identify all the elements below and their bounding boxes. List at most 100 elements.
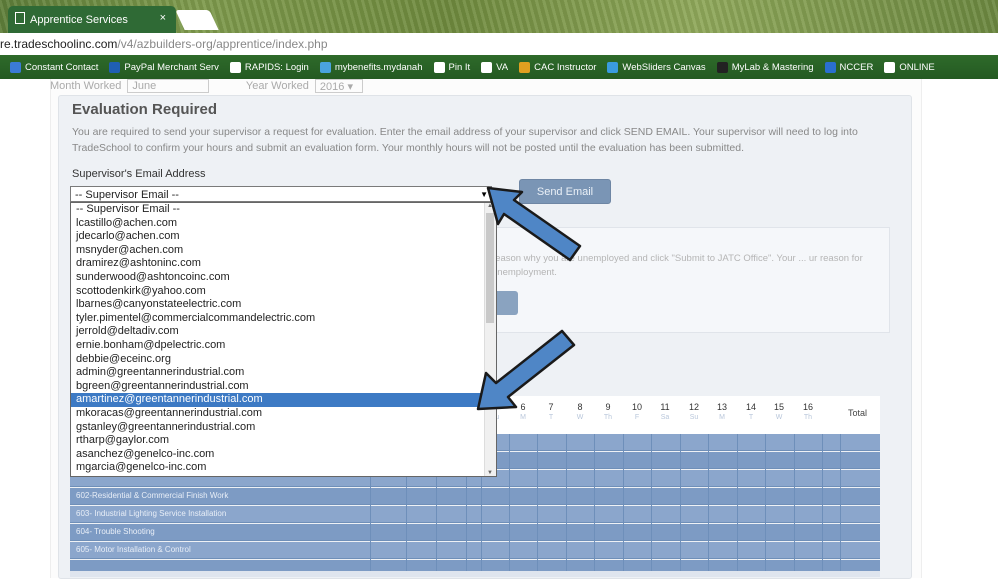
- table-row: 604- Trouble Shooting: [70, 524, 880, 541]
- close-tab-icon[interactable]: ×: [160, 12, 166, 24]
- email-option[interactable]: scottodenkirk@yahoo.com: [71, 285, 496, 299]
- day-number: 11: [660, 402, 670, 412]
- day-weekday: Th: [803, 414, 813, 421]
- row-label: 604- Trouble Shooting: [76, 527, 155, 536]
- grid-line: [537, 434, 538, 571]
- supervisor-email-select[interactable]: -- Supervisor Email -- ▼: [70, 186, 492, 202]
- day-number: 13: [716, 402, 727, 412]
- bookmarks-bar: Constant Contact PayPal Merchant Serv RAPI…: [0, 55, 998, 79]
- browser-tab-bar: Apprentice Services ×: [0, 0, 998, 33]
- browser-tab-apprentice-services[interactable]: Apprentice Services ×: [8, 6, 176, 33]
- grid-line: [509, 434, 510, 571]
- total-column-header: Total: [848, 408, 868, 418]
- bookmark-label: Pin It: [448, 61, 471, 73]
- year-label: Year Worked: [245, 79, 309, 92]
- scroll-down-icon[interactable]: ▼: [487, 470, 493, 476]
- day-column-header: 11 Sa: [651, 402, 679, 421]
- day-number: 12: [688, 402, 699, 412]
- day-column-header: 10 F: [623, 402, 651, 421]
- grid-line: [623, 434, 624, 571]
- bookmark-item[interactable]: mybenefits.mydanah: [319, 61, 423, 73]
- email-option[interactable]: sunderwood@ashtoncoinc.com: [71, 271, 496, 285]
- email-option[interactable]: bgreen@greentannerindustrial.com: [71, 380, 496, 394]
- email-option[interactable]: lbarnes@canyonstateelectric.com: [71, 298, 496, 312]
- email-option[interactable]: msnyder@achen.com: [71, 244, 496, 258]
- day-weekday: W: [576, 414, 584, 421]
- table-row: 605- Motor Installation & Control: [70, 542, 880, 559]
- row-label: 605- Motor Installation & Control: [76, 545, 191, 554]
- row-label: 602-Residential & Commercial Finish Work: [76, 491, 229, 500]
- grid-line: [594, 434, 595, 571]
- grid-line: [708, 434, 709, 571]
- grid-line: [737, 434, 738, 571]
- address-bar[interactable]: re.tradeschoolinc.com/v4/azbuilders-org/…: [0, 33, 998, 56]
- grid-line: [794, 434, 795, 571]
- bookmark-icon: [109, 61, 121, 73]
- email-option[interactable]: tyler.pimentel@commercialcommandelectric…: [71, 312, 496, 326]
- bookmark-icon: [716, 61, 728, 73]
- bookmark-icon: [319, 61, 331, 73]
- evaluation-description: You are required to send your supervisor…: [72, 126, 858, 154]
- url-path: /v4/azbuilders-org/apprentice/index.php: [117, 37, 328, 51]
- row-label: 603- Industrial Lighting Service Install…: [76, 509, 227, 518]
- email-option[interactable]: lcastillo@achen.com: [71, 217, 496, 231]
- email-option[interactable]: asanchez@genelco-inc.com: [71, 448, 496, 462]
- grid-line: [765, 434, 766, 571]
- bookmark-item[interactable]: VA: [481, 61, 509, 73]
- email-option[interactable]: gstanley@greentannerindustrial.com: [71, 421, 496, 435]
- day-column-header: 16 Th: [794, 402, 822, 421]
- bookmark-label: VA: [496, 61, 509, 73]
- email-option[interactable]: ernie.bonham@dpelectric.com: [71, 339, 496, 353]
- day-column-header: 12 Su: [680, 402, 708, 421]
- bookmark-icon: [607, 61, 619, 73]
- bookmark-item[interactable]: Constant Contact: [10, 61, 98, 73]
- year-select[interactable]: 2016 ▾: [314, 79, 363, 93]
- bookmark-icon: [481, 61, 493, 73]
- grid-line: [651, 434, 652, 571]
- day-column-header: 14 T: [737, 402, 765, 421]
- email-option[interactable]: -- Supervisor Email --: [71, 203, 496, 217]
- bookmark-label: CAC Instructor: [534, 61, 597, 73]
- annotation-arrow-icon: [486, 186, 582, 262]
- evaluation-title: Evaluation Required: [72, 101, 218, 118]
- bookmark-item[interactable]: CAC Instructor: [519, 61, 597, 73]
- email-option[interactable]: admin@greentannerindustrial.com: [71, 366, 496, 380]
- grid-line: [840, 434, 841, 571]
- day-number: 9: [605, 402, 611, 412]
- url-host: re.tradeschoolinc.com: [0, 37, 118, 51]
- month-year-row: Month Worked June Year Worked 2016 ▾: [50, 79, 363, 93]
- bookmark-item[interactable]: PayPal Merchant Serv: [109, 61, 219, 73]
- grid-line: [822, 434, 823, 571]
- bookmark-label: WebSliders Canvas: [622, 61, 706, 73]
- bookmark-item[interactable]: RAPIDS: Login: [229, 61, 309, 73]
- bookmark-item[interactable]: ONLINE: [884, 61, 935, 73]
- bookmark-label: PayPal Merchant Serv: [124, 61, 219, 73]
- email-option[interactable]: rtharp@gaylor.com: [71, 434, 496, 448]
- email-option[interactable]: mgarcia@genelco-inc.com: [71, 461, 496, 475]
- month-label: Month Worked: [50, 79, 122, 92]
- month-select[interactable]: June: [127, 79, 210, 93]
- email-option[interactable]: debbie@eceinc.org: [71, 353, 496, 367]
- bookmark-icon: [884, 61, 896, 73]
- day-column-header: 15 W: [765, 402, 793, 421]
- day-column-header: 9 Th: [594, 402, 622, 421]
- day-weekday: Sa: [660, 414, 670, 421]
- day-number: 14: [745, 402, 756, 412]
- day-weekday: M: [520, 414, 526, 421]
- email-option[interactable]: mkoracas@greentannerindustrial.com: [71, 407, 496, 421]
- bookmark-item[interactable]: MyLab & Mastering: [716, 61, 814, 73]
- url-text[interactable]: re.tradeschoolinc.com/v4/azbuilders-org/…: [0, 37, 328, 51]
- tab-title: Apprentice Services: [30, 13, 128, 26]
- email-option[interactable]: dramirez@ashtoninc.com: [71, 257, 496, 271]
- bookmark-label: NCCER: [839, 61, 874, 73]
- bookmark-item[interactable]: WebSliders Canvas: [607, 61, 706, 73]
- email-option[interactable]: jdecarlo@achen.com: [71, 230, 496, 244]
- bookmark-icon: [10, 61, 21, 73]
- bookmark-item[interactable]: NCCER: [824, 61, 874, 73]
- bookmark-label: MyLab & Mastering: [731, 61, 814, 73]
- bookmark-item[interactable]: Pin It: [433, 61, 471, 73]
- day-weekday: Th: [603, 414, 613, 421]
- email-option[interactable]: amartinez@greentannerindustrial.com: [71, 393, 496, 407]
- email-option[interactable]: jerrold@deltadiv.com: [71, 325, 496, 339]
- supervisor-email-listbox[interactable]: -- Supervisor Email -- lcastillo@achen.co…: [70, 202, 497, 477]
